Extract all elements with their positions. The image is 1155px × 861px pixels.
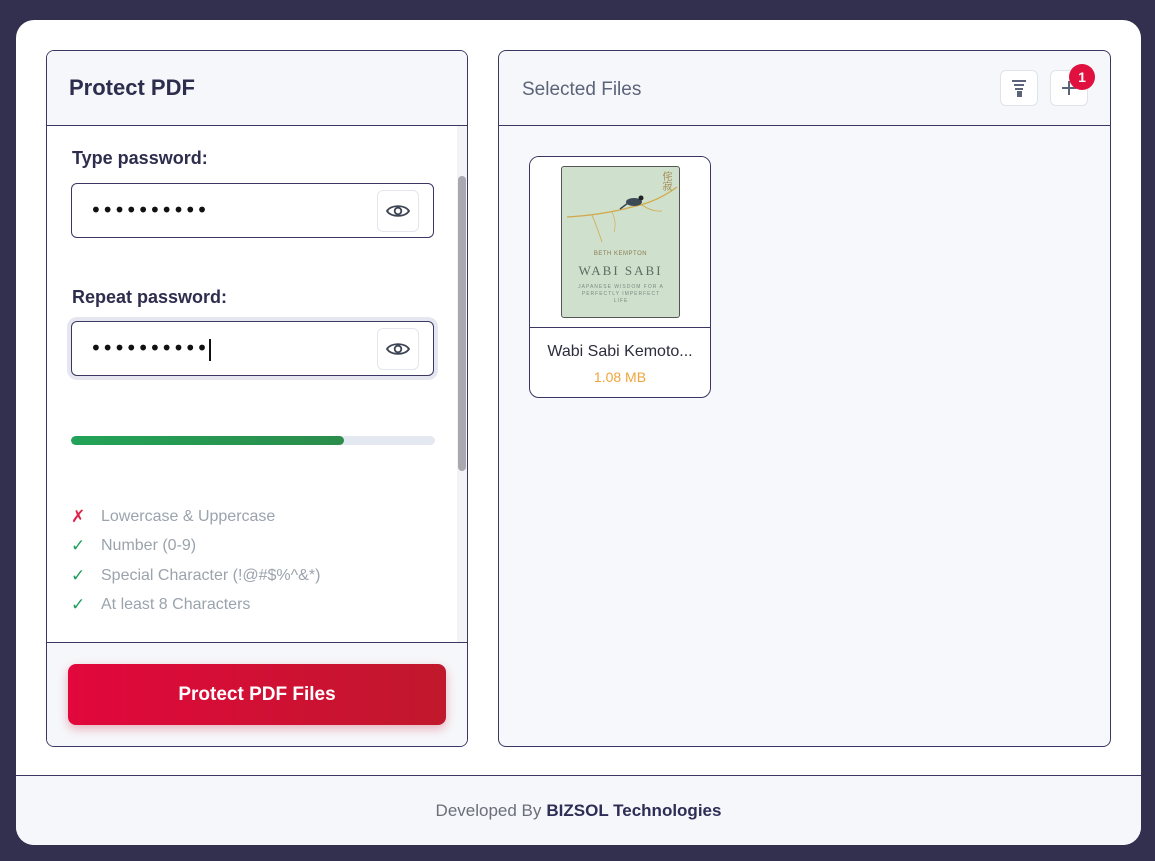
footer-prefix: Developed By xyxy=(435,800,542,820)
text-caret xyxy=(208,338,211,361)
rule-label: Number (0-9) xyxy=(101,537,197,554)
selected-files-title: Selected Files xyxy=(522,79,642,100)
toggle-visibility-button[interactable] xyxy=(377,328,419,370)
protect-pdf-button[interactable]: Protect PDF Files xyxy=(68,664,446,725)
cover-subtitle: JAPANESE WISDOM FOR A PERFECTLY IMPERFEC… xyxy=(578,284,664,304)
protect-panel-body: Type password: •••••••••• Repeat passwor… xyxy=(47,126,467,643)
file-thumbnail: 侘寂 BETH KEMPTON WABI SABI JAPANESE WISDO… xyxy=(530,157,710,328)
rule-mark-icon: ✓ xyxy=(71,566,86,585)
scrollbar-thumb[interactable] xyxy=(458,176,466,471)
type-password-value: •••••••••• xyxy=(90,198,208,222)
password-strength-bar xyxy=(71,436,435,445)
repeat-password-value: •••••••••• xyxy=(90,336,208,360)
repeat-password-label: Repeat password: xyxy=(72,287,228,307)
protect-panel-header: Protect PDF xyxy=(47,51,467,126)
protect-panel: Protect PDF Type password: •••••••••• Re… xyxy=(46,50,468,747)
panel-title: Protect PDF xyxy=(69,75,195,100)
cover-kanji: 侘寂 xyxy=(660,171,671,191)
rule-mark-icon: ✓ xyxy=(71,536,86,555)
selected-files-panel: Selected Files 1 侘寂 BETH KEMPTON WABI SA… xyxy=(498,50,1111,747)
type-password-field[interactable]: •••••••••• xyxy=(71,183,434,238)
password-strength-fill xyxy=(71,436,344,445)
file-name: Wabi Sabi Kemoto... xyxy=(547,343,693,360)
panel-scrollbar[interactable] xyxy=(457,126,467,643)
eye-icon xyxy=(386,205,410,217)
sort-icon xyxy=(1012,80,1026,97)
app-window: Protect PDF Type password: •••••••••• Re… xyxy=(16,20,1141,845)
file-card[interactable]: 侘寂 BETH KEMPTON WABI SABI JAPANESE WISDO… xyxy=(529,156,711,398)
rule-label: At least 8 Characters xyxy=(101,596,251,613)
page-footer: Developed By BIZSOL Technologies xyxy=(16,775,1141,845)
sort-button[interactable] xyxy=(1000,70,1038,106)
rule-item: ✓ Special Character (!@#$%^&*) xyxy=(71,566,320,586)
type-password-label: Type password: xyxy=(72,148,208,168)
book-cover-image: 侘寂 BETH KEMPTON WABI SABI JAPANESE WISDO… xyxy=(561,166,680,318)
file-count-badge: 1 xyxy=(1069,64,1095,90)
rule-label: Lowercase & Uppercase xyxy=(101,508,276,525)
eye-icon xyxy=(386,343,410,355)
repeat-password-field[interactable]: •••••••••• xyxy=(71,321,434,376)
rule-mark-icon: ✓ xyxy=(71,595,86,614)
protect-panel-footer: Protect PDF Files xyxy=(47,642,467,746)
cover-title: WABI SABI xyxy=(578,263,663,278)
toggle-visibility-button[interactable] xyxy=(377,190,419,232)
rule-item: ✓ Number (0-9) xyxy=(71,536,196,556)
cover-author: BETH KEMPTON xyxy=(593,251,648,257)
selected-files-header: Selected Files 1 xyxy=(499,51,1110,126)
rule-item: ✓ At least 8 Characters xyxy=(71,595,250,615)
rule-item: ✗ Lowercase & Uppercase xyxy=(71,507,275,527)
rule-label: Special Character (!@#$%^&*) xyxy=(101,567,321,584)
file-size: 1.08 MB xyxy=(593,369,647,385)
footer-brand-link[interactable]: BIZSOL Technologies xyxy=(546,801,721,821)
rule-mark-icon: ✗ xyxy=(71,507,86,526)
